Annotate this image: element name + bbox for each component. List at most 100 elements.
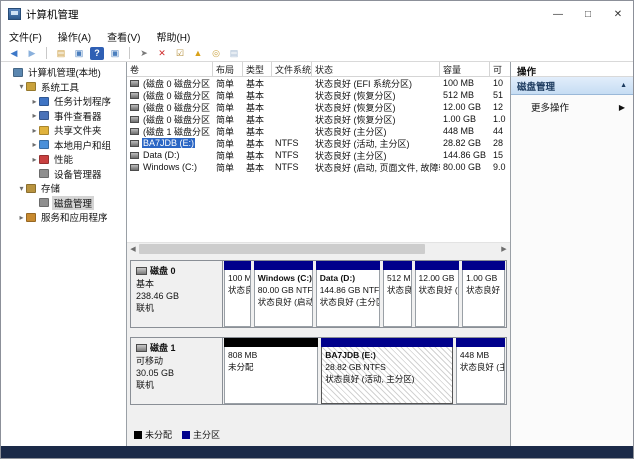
properties-icon[interactable]: ☑	[173, 47, 187, 60]
tree-item[interactable]: 磁盘管理	[1, 195, 126, 211]
volume-row[interactable]: (磁盘 0 磁盘分区 1) 简单 基本 状态良好 (EFI 系统分区) 100 …	[127, 77, 510, 89]
more-actions-label: 更多操作	[531, 103, 570, 114]
menu-item[interactable]: 操作(A)	[58, 29, 91, 44]
partition-info: BA7JDB (E:) 28.82 GB NTFS 状态良好 (活动, 主分区)	[321, 347, 453, 404]
menu-item[interactable]: 文件(F)	[9, 29, 42, 44]
volume-icon	[130, 163, 139, 171]
disk-rows: 磁盘 0 基本 238.46 GB 联机 100 M 状态良 Windows (…	[130, 260, 507, 414]
volume-status: 状态良好 (启动, 页面文件, 故障转储, 主分区)	[315, 162, 440, 173]
tree-expander-icon[interactable]: ▸	[30, 140, 39, 149]
scroll-right-icon[interactable]: ▶	[498, 245, 510, 253]
partition-block[interactable]: BA7JDB (E:) 28.82 GB NTFS 状态良好 (活动, 主分区)	[321, 338, 453, 404]
delete-icon[interactable]: ✕	[155, 47, 169, 60]
volume-list-rows: (磁盘 0 磁盘分区 1) 简单 基本 状态良好 (EFI 系统分区) 100 …	[127, 77, 510, 242]
local-users-groups-icon	[39, 140, 49, 150]
column-header[interactable]: 布局	[213, 62, 243, 76]
scrollbar-thumb[interactable]	[139, 243, 425, 254]
menu-item[interactable]: 查看(V)	[107, 29, 140, 44]
partition-color-bar	[253, 261, 313, 270]
tree-expander-icon[interactable]: ▸	[30, 126, 39, 135]
tree-item-label: 系统工具	[41, 82, 80, 94]
help-icon[interactable]: ?	[90, 46, 104, 60]
partition-info: 1.00 GB 状态良好	[462, 270, 505, 327]
column-header[interactable]: 文件系统	[272, 62, 312, 76]
more-actions-item[interactable]: 更多操作 ▶	[511, 95, 633, 119]
disk-name: 磁盘 1	[150, 343, 176, 353]
up-folder-icon[interactable]: ▤	[54, 47, 68, 60]
tree-item[interactable]: ▸ 事件查看器	[1, 109, 126, 124]
tree-expander-icon[interactable]: ▸	[30, 155, 39, 164]
partition-color-bar	[224, 338, 319, 347]
window-controls: — □ ✕	[543, 1, 633, 27]
horizontal-scrollbar[interactable]: ◀ ▶	[127, 242, 510, 254]
tree-item[interactable]: ▾ 系统工具	[1, 80, 126, 95]
services-applications-icon	[26, 212, 36, 222]
column-header[interactable]: 类型	[243, 62, 272, 76]
partition-info: 448 MB 状态良好 (主分区	[455, 347, 505, 404]
tree-item[interactable]: ▸ 本地用户和组	[1, 138, 126, 153]
pointer-icon[interactable]: ➤	[137, 47, 151, 60]
column-header[interactable]: 容量	[440, 62, 490, 76]
partition-info: 808 MB 未分配	[224, 347, 319, 404]
tree-expander-icon[interactable]: ▾	[17, 184, 26, 193]
partition-block[interactable]: Windows (C:) 80.00 GB NTFS 状态良好 (启动, 页	[253, 261, 313, 327]
folder-up-icon[interactable]: ▲	[191, 47, 205, 60]
scroll-left-icon[interactable]: ◀	[127, 245, 139, 253]
back-icon[interactable]: ◀	[7, 47, 21, 60]
menu-item[interactable]: 帮助(H)	[156, 29, 190, 44]
volume-row[interactable]: (磁盘 0 磁盘分区 7) 简单 基本 状态良好 (恢复分区) 1.00 GB …	[127, 113, 510, 125]
volume-row[interactable]: Windows (C:) 简单 基本 NTFS 状态良好 (启动, 页面文件, …	[127, 161, 510, 173]
volume-row[interactable]: Data (D:) 简单 基本 NTFS 状态良好 (主分区) 144.86 G…	[127, 149, 510, 161]
minimize-button[interactable]: —	[543, 1, 573, 27]
volume-capacity: 144.86 GB	[443, 150, 487, 160]
partition-size: 1.00 GB	[466, 273, 498, 283]
partition-size: 80.00 GB NTFS	[257, 285, 313, 295]
show-console-tree-icon[interactable]: ▣	[72, 47, 86, 60]
partition-info: 12.00 GB 状态良好 (恢复	[414, 270, 460, 327]
volume-row[interactable]: BA7JDB (E:) 简单 基本 NTFS 状态良好 (活动, 主分区) 28…	[127, 137, 510, 149]
tree-item[interactable]: ▸ 性能	[1, 152, 126, 167]
tree-item[interactable]: 计算机管理(本地)	[1, 65, 126, 80]
partition-block[interactable]: 100 M 状态良	[224, 261, 251, 327]
collapse-section-icon[interactable]: ▲	[620, 82, 627, 89]
partition-title: Windows (C:)	[257, 273, 312, 283]
partition-block[interactable]: 808 MB 未分配	[224, 338, 319, 404]
column-header[interactable]: 状态	[312, 62, 440, 76]
disk-row: 磁盘 0 基本 238.46 GB 联机 100 M 状态良 Windows (…	[130, 260, 507, 328]
column-header[interactable]: 可	[490, 62, 508, 76]
show-actions-pane-icon[interactable]: ▣	[108, 47, 122, 60]
tree-item[interactable]: ▾ 存储	[1, 181, 126, 196]
details-view-icon[interactable]: ▤	[227, 47, 241, 60]
volume-free: 1.0	[493, 114, 506, 124]
volume-row[interactable]: (磁盘 0 磁盘分区 5) 简单 基本 状态良好 (恢复分区) 512 MB 5…	[127, 89, 510, 101]
volume-icon	[130, 91, 139, 99]
column-header[interactable]: 卷	[127, 62, 213, 76]
tree-item[interactable]: ▸ 共享文件夹	[1, 123, 126, 138]
close-button[interactable]: ✕	[603, 1, 633, 27]
volume-row[interactable]: (磁盘 0 磁盘分区 6) 简单 基本 状态良好 (恢复分区) 12.00 GB…	[127, 101, 510, 113]
partition-block[interactable]: 1.00 GB 状态良好	[462, 261, 505, 327]
disk-status: 联机	[136, 303, 155, 313]
maximize-button[interactable]: □	[573, 1, 603, 27]
disk-label[interactable]: 磁盘 1 可移动 30.05 GB 联机	[131, 338, 223, 404]
tree-item[interactable]: ▸ 服务和应用程序	[1, 210, 126, 225]
disk-graphical-view: 磁盘 0 基本 238.46 GB 联机 100 M 状态良 Windows (…	[127, 254, 510, 446]
disk-label[interactable]: 磁盘 0 基本 238.46 GB 联机	[131, 261, 223, 327]
tree-expander-icon[interactable]: ▾	[17, 82, 26, 91]
partition-block[interactable]: 512 MB 状态良好	[382, 261, 412, 327]
tree-expander-icon[interactable]: ▸	[30, 111, 39, 120]
tree-expander-icon[interactable]: ▸	[30, 97, 39, 106]
tree-expander-icon[interactable]: ▸	[17, 213, 26, 222]
tree-item[interactable]: 设备管理器	[1, 167, 126, 182]
disk-size: 30.05 GB	[136, 368, 175, 378]
actions-section-disk-management[interactable]: 磁盘管理 ▲	[511, 77, 633, 95]
tree-item[interactable]: ▸ 任务计划程序	[1, 94, 126, 109]
volume-row[interactable]: (磁盘 1 磁盘分区 2) 简单 基本 状态良好 (主分区) 448 MB 44	[127, 125, 510, 137]
tree-item-label: 本地用户和组	[54, 140, 112, 152]
partition-block[interactable]: Data (D:) 144.86 GB NTFS 状态良好 (主分区)	[315, 261, 380, 327]
refresh-icon[interactable]: ◎	[209, 47, 223, 60]
device-manager-icon	[39, 169, 49, 179]
partition-block[interactable]: 12.00 GB 状态良好 (恢复	[414, 261, 460, 327]
forward-icon[interactable]: ▶	[25, 47, 39, 60]
partition-block[interactable]: 448 MB 状态良好 (主分区	[455, 338, 505, 404]
